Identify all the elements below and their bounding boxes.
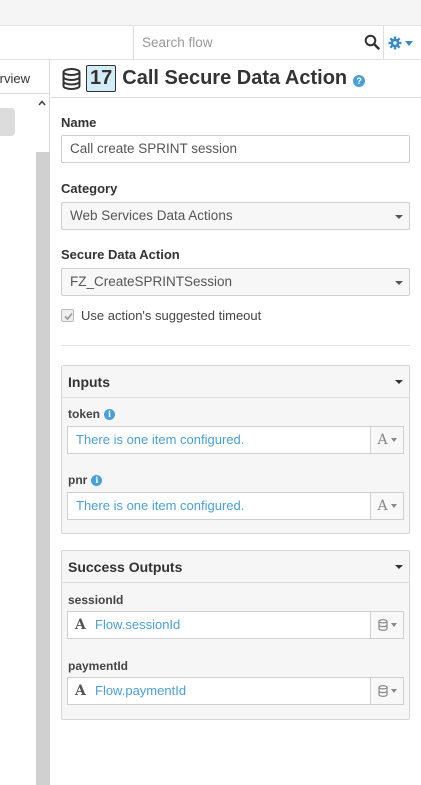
secure-data-action-select[interactable]: FZ_CreateSPRINTSession <box>61 268 410 296</box>
tab-overview[interactable]: Overview <box>0 63 49 94</box>
top-bar <box>0 0 421 26</box>
chevron-down-icon <box>395 565 403 569</box>
inputs-section-header[interactable]: Inputs <box>62 366 409 398</box>
chevron-down-icon <box>390 438 397 442</box>
input-token-type-dropdown[interactable]: A <box>370 427 403 453</box>
search-input[interactable] <box>134 26 356 59</box>
inputs-section: Inputs token i There is one item configu… <box>61 365 410 534</box>
collapsed-search-button[interactable] <box>0 108 15 136</box>
node-number-badge: 17 <box>86 65 117 92</box>
panel-header: 17 Call Secure Data Action ? <box>51 60 421 98</box>
help-icon[interactable]: ? <box>353 75 366 87</box>
output-paymentid-value: Flow.paymentId <box>95 683 187 698</box>
success-outputs-section-header[interactable]: Success Outputs <box>62 551 409 583</box>
inputs-section-title: Inputs <box>68 374 110 390</box>
database-icon <box>377 685 388 697</box>
divider <box>61 345 410 346</box>
database-icon <box>377 619 388 631</box>
tab-overview-label: Overview <box>0 71 30 86</box>
chevron-down-icon <box>395 380 403 384</box>
chevron-down-icon <box>390 623 397 627</box>
success-outputs-section-title: Success Outputs <box>68 559 183 575</box>
name-field[interactable]: Call create SPRINT session <box>61 135 410 163</box>
input-token-field[interactable]: There is one item configured. A <box>67 426 404 454</box>
info-icon[interactable]: i <box>104 408 116 420</box>
chevron-down-icon <box>395 281 403 285</box>
input-token-label: token i <box>68 407 116 421</box>
name-field-value: Call create SPRINT session <box>70 141 238 156</box>
search-box <box>133 26 384 59</box>
input-pnr-type-dropdown[interactable]: A <box>370 493 403 519</box>
scrollbar[interactable] <box>36 152 50 785</box>
secure-data-action-value: FZ_CreateSPRINTSession <box>70 274 233 289</box>
input-pnr-field[interactable]: There is one item configured. A <box>67 492 404 520</box>
category-select[interactable]: Web Services Data Actions <box>61 202 410 230</box>
info-icon[interactable]: i <box>91 474 103 486</box>
chevron-down-icon <box>395 215 403 219</box>
search-icon[interactable] <box>364 34 380 50</box>
settings-menu-button[interactable] <box>388 33 418 53</box>
string-type-icon: A <box>75 617 86 633</box>
output-sessionid-label-text: sessionId <box>68 593 124 607</box>
scroll-up-icon[interactable] <box>37 98 47 108</box>
category-select-value: Web Services Data Actions <box>70 208 233 223</box>
chevron-down-icon <box>390 504 397 508</box>
database-icon <box>62 67 81 90</box>
suggested-timeout-checkbox[interactable] <box>61 309 74 322</box>
output-paymentid-label-text: paymentId <box>68 659 129 673</box>
left-panel: Overview <box>0 60 50 785</box>
input-pnr-label: pnr i <box>68 473 103 487</box>
input-pnr-label-text: pnr <box>68 473 88 487</box>
output-paymentid-label: paymentId <box>68 659 128 673</box>
output-sessionid-field[interactable]: A Flow.sessionId <box>67 611 404 639</box>
suggested-timeout-label: Use action's suggested timeout <box>81 308 262 323</box>
page-title: Call Secure Data Action <box>122 67 348 89</box>
input-token-label-text: token <box>68 407 101 421</box>
input-token-value: There is one item configured. <box>76 432 245 447</box>
string-type-icon: A <box>75 683 86 699</box>
chevron-down-icon <box>390 689 397 693</box>
input-pnr-value: There is one item configured. <box>76 498 245 513</box>
output-sessionid-variable-dropdown[interactable] <box>370 612 403 638</box>
gear-icon <box>388 36 402 50</box>
secure-data-action-label: Secure Data Action <box>61 247 180 262</box>
name-label: Name <box>61 115 97 130</box>
search-bar <box>0 26 421 60</box>
checkmark-icon <box>64 312 73 321</box>
category-label: Category <box>61 181 118 196</box>
output-paymentid-field[interactable]: A Flow.paymentId <box>67 677 404 705</box>
string-type-icon: A <box>377 498 388 514</box>
output-sessionid-value: Flow.sessionId <box>95 617 181 632</box>
properties-panel: 17 Call Secure Data Action ? Name Call c… <box>51 60 421 785</box>
output-paymentid-variable-dropdown[interactable] <box>370 678 403 704</box>
chevron-down-icon <box>405 40 413 46</box>
string-type-icon: A <box>377 432 388 448</box>
success-outputs-section: Success Outputs sessionId A Flow.session… <box>61 550 410 720</box>
output-sessionid-label: sessionId <box>68 593 123 607</box>
